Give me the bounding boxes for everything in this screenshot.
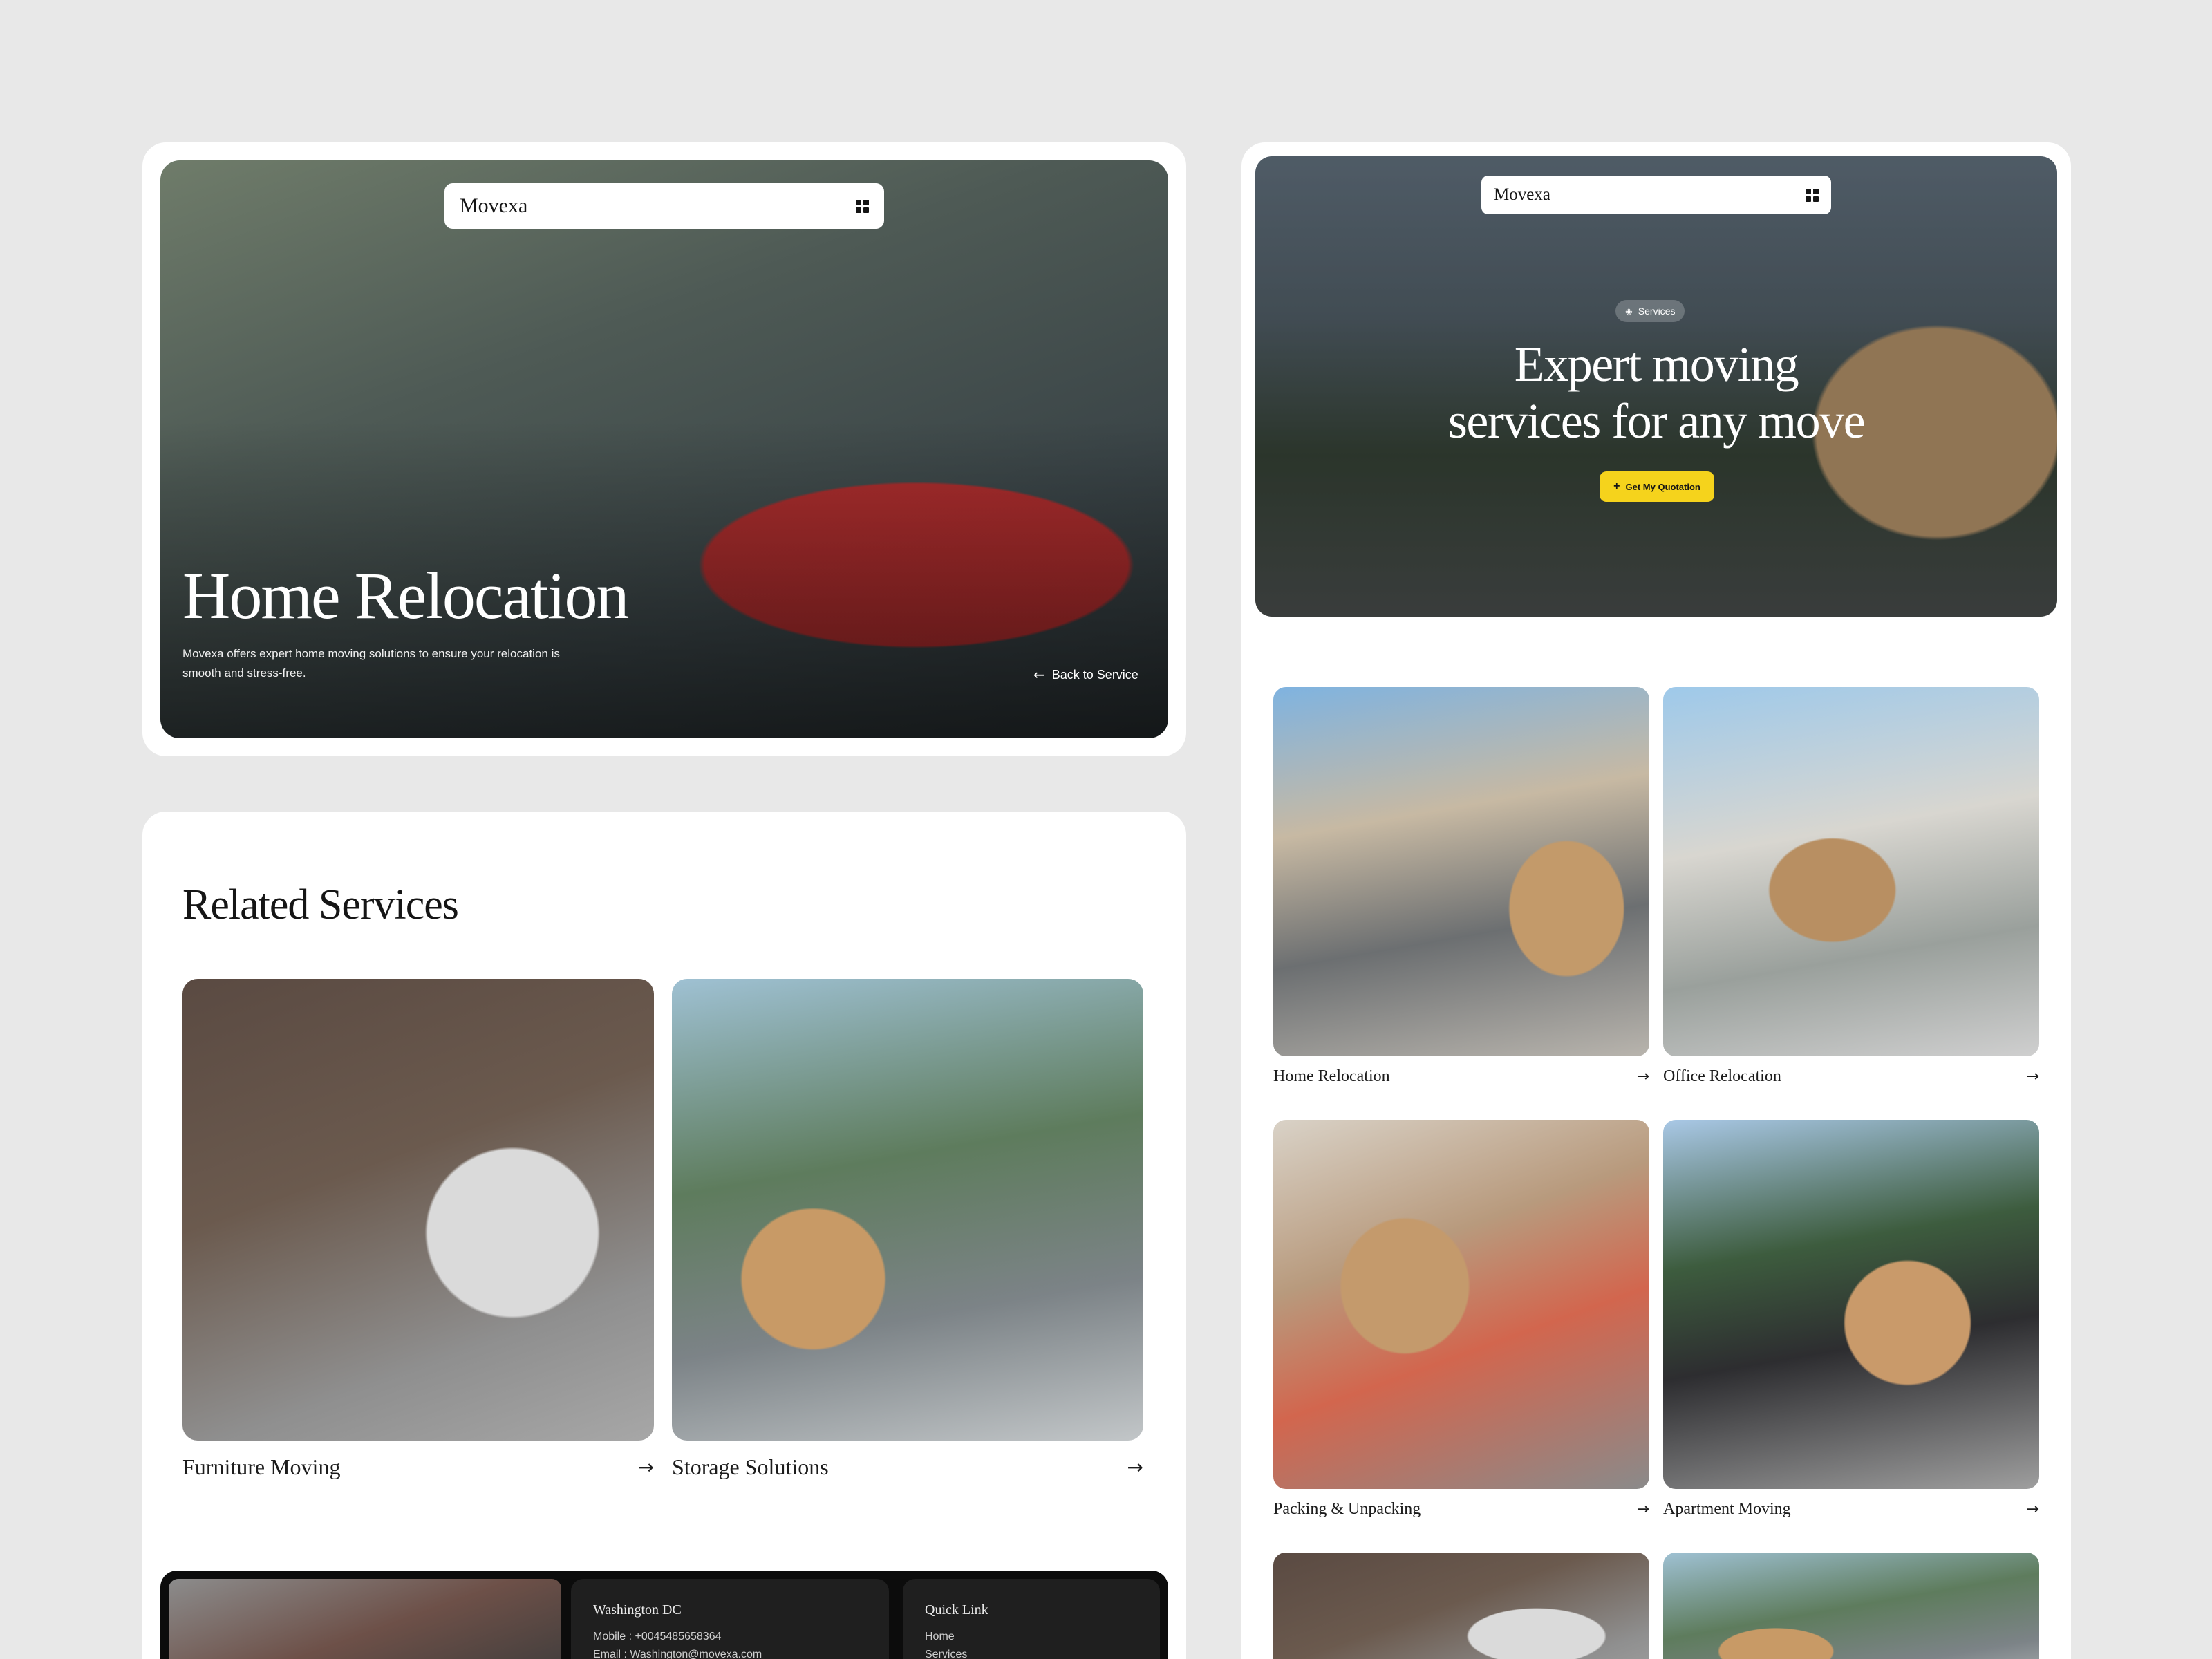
box-icon: ◈ bbox=[1625, 305, 1633, 317]
arrow-right-icon: → bbox=[2026, 1501, 2039, 1518]
service-card-caption[interactable]: Furniture Moving → bbox=[182, 1454, 654, 1480]
service-card-caption[interactable]: Home Relocation → bbox=[1273, 1067, 1649, 1086]
footer: Washington DC Mobile : +0045485658364 Em… bbox=[160, 1571, 1168, 1659]
service-card-label: Home Relocation bbox=[1273, 1067, 1390, 1085]
service-detail-panel: Movexa Home Relocation Movexa offers exp… bbox=[142, 142, 1186, 756]
service-card-image[interactable] bbox=[1663, 687, 2039, 1056]
plus-icon: + bbox=[1613, 480, 1620, 492]
brand-logo[interactable]: Movexa bbox=[1494, 185, 1550, 205]
service-card-image[interactable] bbox=[1273, 1120, 1649, 1489]
services-badge: ◈ Services bbox=[1615, 300, 1685, 322]
service-card-image[interactable] bbox=[1273, 687, 1649, 1056]
footer-quicklink-column: Quick Link Home Services bbox=[903, 1579, 1160, 1659]
service-card-label: Apartment Moving bbox=[1663, 1500, 1791, 1518]
services-page-panel: Movexa ◈ Services Expert moving services… bbox=[1241, 142, 2071, 1659]
arrow-right-icon: → bbox=[1636, 1068, 1649, 1085]
footer-contact-column: Washington DC Mobile : +0045485658364 Em… bbox=[571, 1579, 889, 1659]
service-card-caption[interactable]: Apartment Moving → bbox=[1663, 1500, 2039, 1519]
footer-contact-mobile[interactable]: Mobile : +0045485658364 bbox=[593, 1628, 867, 1646]
menu-grid-icon[interactable] bbox=[1806, 188, 1819, 202]
service-card-caption[interactable]: Storage Solutions → bbox=[672, 1454, 1143, 1480]
service-card-label: Storage Solutions bbox=[672, 1454, 829, 1479]
arrow-right-icon: → bbox=[1636, 1501, 1649, 1518]
service-card-label: Office Relocation bbox=[1663, 1067, 1781, 1085]
top-navbar: Movexa bbox=[444, 183, 884, 229]
footer-contact-title: Washington DC bbox=[593, 1602, 682, 1618]
arrow-right-icon: → bbox=[637, 1456, 654, 1479]
related-services-panel: Related Services Furniture Moving → Stor… bbox=[142, 812, 1186, 1659]
arrow-right-icon: → bbox=[2026, 1068, 2039, 1085]
arrow-right-icon: → bbox=[1127, 1456, 1143, 1479]
service-card-image[interactable] bbox=[1663, 1120, 2039, 1489]
top-navbar: Movexa bbox=[1481, 176, 1831, 214]
service-card-image[interactable] bbox=[1663, 1553, 2039, 1659]
related-services-title: Related Services bbox=[182, 881, 459, 928]
service-card-image[interactable] bbox=[672, 979, 1143, 1441]
services-hero-title: Expert moving services for any move bbox=[1447, 337, 1866, 449]
service-card-label: Packing & Unpacking bbox=[1273, 1500, 1421, 1518]
page-title: Home Relocation bbox=[182, 559, 629, 632]
service-card-image[interactable] bbox=[182, 979, 654, 1441]
footer-link-home[interactable]: Home bbox=[925, 1628, 1138, 1646]
menu-grid-icon[interactable] bbox=[856, 199, 869, 213]
brand-logo[interactable]: Movexa bbox=[460, 194, 527, 218]
footer-link-services[interactable]: Services bbox=[925, 1646, 1138, 1659]
footer-image bbox=[169, 1579, 561, 1659]
service-card-caption[interactable]: Office Relocation → bbox=[1663, 1067, 2039, 1086]
page-description: Movexa offers expert home moving solutio… bbox=[182, 647, 560, 679]
arrow-left-icon: ← bbox=[1033, 666, 1045, 683]
service-card-caption[interactable]: Packing & Unpacking → bbox=[1273, 1500, 1649, 1519]
service-card-label: Furniture Moving bbox=[182, 1454, 341, 1479]
footer-contact-email[interactable]: Email : Washington@movexa.com bbox=[593, 1646, 867, 1659]
footer-quicklink-title: Quick Link bbox=[925, 1602, 988, 1618]
get-quotation-button[interactable]: + Get My Quotation bbox=[1600, 471, 1714, 502]
back-to-service-link[interactable]: ← Back to Service bbox=[1033, 666, 1138, 683]
service-card-image[interactable] bbox=[1273, 1553, 1649, 1659]
